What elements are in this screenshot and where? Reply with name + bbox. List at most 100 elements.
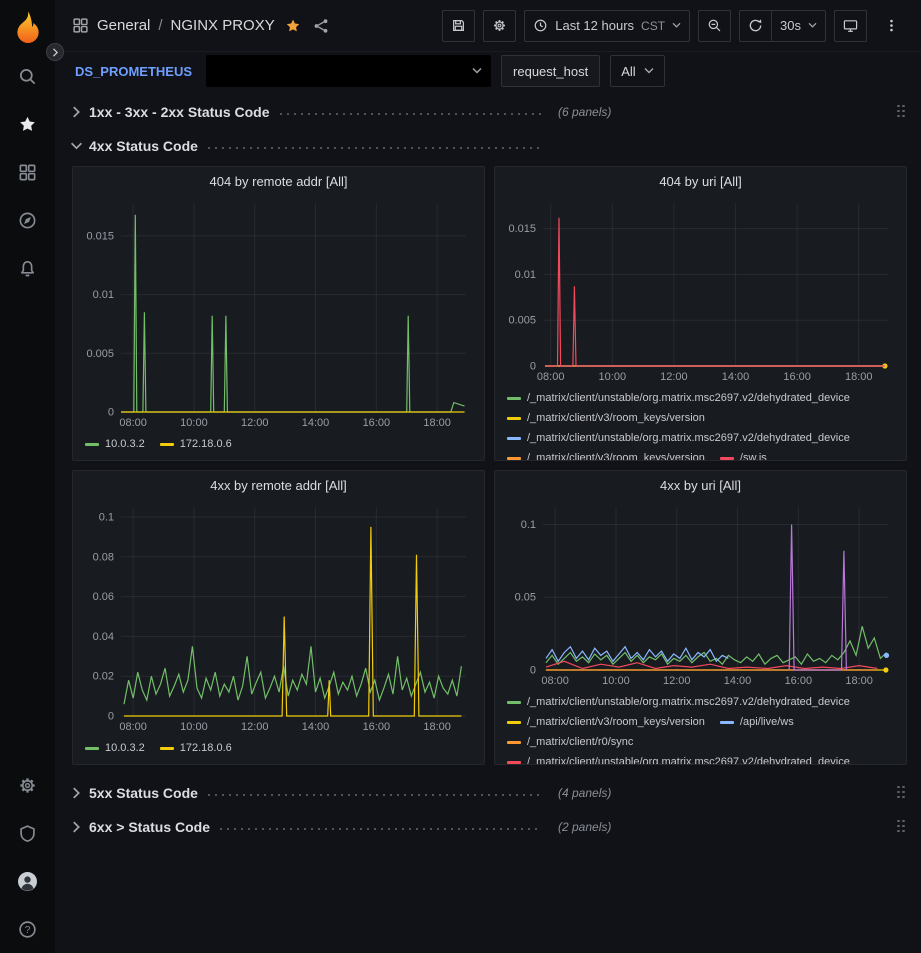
panel-title[interactable]: 404 by uri [All] [495, 167, 906, 195]
panel-title[interactable]: 4xx by uri [All] [495, 471, 906, 499]
row-title: 1xx - 3xx - 2xx Status Code [89, 104, 270, 120]
row-dotted-leader [208, 794, 542, 796]
refresh-button[interactable] [739, 10, 772, 42]
svg-text:12:00: 12:00 [241, 721, 269, 733]
legend-item[interactable]: /_matrix/client/unstable/org.matrix.msc2… [507, 428, 850, 448]
zoom-out-icon [707, 18, 722, 33]
refresh-icon [748, 18, 763, 33]
legend-item[interactable]: 10.0.3.2 [85, 434, 145, 454]
legend-item[interactable]: /_matrix/client/unstable/org.matrix.msc2… [507, 752, 850, 764]
chart-4xx-by-uri[interactable]: 08:0010:0012:0014:0016:0018:0000.050.1 [501, 499, 900, 690]
legend-item[interactable]: 172.18.0.6 [160, 434, 232, 454]
dashboards-grid-icon [18, 163, 37, 182]
legend-item[interactable]: /_matrix/client/unstable/org.matrix.msc2… [507, 388, 850, 408]
legend-item[interactable]: /_matrix/client/r0/sync [507, 732, 633, 752]
share-dashboard-button[interactable] [311, 16, 331, 36]
datasource-variable-select[interactable] [206, 55, 491, 87]
panel-title-text: 4xx by remote addr [All] [210, 478, 347, 493]
row-5xx[interactable]: 5xx Status Code (4 panels) [72, 779, 907, 807]
chart-404-by-remote-addr[interactable]: 08:0010:0012:0014:0016:0018:0000.0050.01… [79, 195, 478, 432]
svg-text:0: 0 [530, 361, 536, 373]
legend-item[interactable]: 10.0.3.2 [85, 738, 145, 758]
panel-404-by-remote-addr: 404 by remote addr [All] 08:0010:0012:00… [72, 166, 485, 461]
row-4xx[interactable]: 4xx Status Code [72, 132, 907, 160]
sidebar-expand-button[interactable] [46, 43, 64, 61]
datasource-variable-label[interactable]: DS_PROMETHEUS [71, 64, 196, 79]
gear-icon [492, 18, 507, 33]
row-drag-handle[interactable] [897, 820, 907, 835]
legend-label: /sw.js [740, 448, 767, 460]
sidebar-item-alerting[interactable] [0, 244, 55, 292]
chevron-down-icon [808, 22, 817, 29]
svg-text:08:00: 08:00 [119, 721, 147, 733]
topbar-menu-button[interactable] [875, 10, 907, 42]
grafana-flame-icon [11, 9, 45, 43]
row-1xx-3xx-2xx[interactable]: 1xx - 3xx - 2xx Status Code (6 panels) [72, 98, 907, 126]
sidebar-item-search[interactable] [0, 52, 55, 100]
legend-item[interactable]: /_matrix/client/unstable/org.matrix.msc2… [507, 692, 850, 712]
row-drag-handle[interactable] [897, 786, 907, 801]
breadcrumb: General / NGINX PROXY [72, 16, 331, 36]
svg-text:18:00: 18:00 [845, 675, 873, 687]
row-panel-count: (4 panels) [558, 786, 611, 800]
legend-label: /_matrix/client/unstable/org.matrix.msc2… [527, 752, 850, 764]
legend-label: /_matrix/client/unstable/org.matrix.msc2… [527, 428, 850, 448]
svg-text:14:00: 14:00 [724, 675, 752, 687]
panel-title[interactable]: 404 by remote addr [All] [73, 167, 484, 195]
row-6xx[interactable]: 6xx > Status Code (2 panels) [72, 813, 907, 841]
legend-item[interactable]: 172.18.0.6 [160, 738, 232, 758]
chart-404-by-uri[interactable]: 08:0010:0012:0014:0016:0018:0000.0050.01… [501, 195, 900, 386]
legend-item[interactable]: /_matrix/client/v3/room_keys/version [507, 712, 705, 732]
dashboard-title[interactable]: NGINX PROXY [171, 17, 275, 34]
legend-label: /_matrix/client/r0/sync [527, 732, 633, 752]
gear-icon [18, 776, 37, 795]
cycle-view-mode-button[interactable] [834, 10, 867, 42]
svg-text:?: ? [25, 925, 31, 936]
sidebar-item-configuration[interactable] [0, 761, 55, 809]
legend-label: /_matrix/client/v3/room_keys/version [527, 408, 705, 428]
breadcrumb-section[interactable]: General [97, 17, 150, 34]
legend-item[interactable]: /_matrix/client/v3/room_keys/version [507, 448, 705, 460]
row-panel-count: (6 panels) [558, 105, 611, 119]
request-host-variable-select[interactable]: All [610, 55, 664, 87]
time-range-picker[interactable]: Last 12 hours CST [524, 10, 690, 42]
sidebar-item-favorites[interactable] [0, 100, 55, 148]
bell-icon [18, 259, 37, 278]
favorite-star-button[interactable] [283, 16, 303, 36]
sidebar-item-help[interactable]: ? [0, 905, 55, 953]
avatar [18, 872, 37, 891]
svg-text:16:00: 16:00 [785, 675, 813, 687]
sidebar-item-server-admin[interactable] [0, 809, 55, 857]
row-drag-handle[interactable] [897, 105, 907, 120]
panel-4xx-by-uri: 4xx by uri [All] 08:0010:0012:0014:0016:… [494, 470, 907, 765]
grafana-logo[interactable] [0, 0, 55, 52]
panel-title[interactable]: 4xx by remote addr [All] [73, 471, 484, 499]
svg-text:0: 0 [108, 407, 114, 419]
search-icon [18, 67, 37, 86]
sidebar-item-profile[interactable] [0, 857, 55, 905]
legend-label: /_matrix/client/v3/room_keys/version [527, 448, 705, 460]
dashboard-settings-button[interactable] [483, 10, 516, 42]
legend-label: 172.18.0.6 [180, 738, 232, 758]
chevron-right-icon [72, 821, 81, 833]
zoom-out-button[interactable] [698, 10, 731, 42]
legend-item[interactable]: /sw.js [720, 448, 767, 460]
topbar: General / NGINX PROXY [55, 0, 921, 52]
svg-text:0.02: 0.02 [93, 671, 114, 683]
legend-item[interactable]: /api/live/ws [720, 712, 794, 732]
legend-item[interactable]: /_matrix/client/v3/room_keys/version [507, 408, 705, 428]
svg-text:0.01: 0.01 [93, 289, 114, 301]
chevron-down-icon [72, 140, 81, 152]
time-range-label: Last 12 hours [555, 18, 634, 33]
svg-text:0.05: 0.05 [515, 592, 536, 604]
dashboard-content: 1xx - 3xx - 2xx Status Code (6 panels) 4… [55, 90, 921, 953]
save-dashboard-button[interactable] [442, 10, 475, 42]
svg-text:0: 0 [530, 665, 536, 677]
sidebar-item-dashboards[interactable] [0, 148, 55, 196]
refresh-interval-dropdown[interactable]: 30s [771, 10, 826, 42]
timeseries-chart: 08:0010:0012:0014:0016:0018:0000.0050.01… [501, 195, 900, 386]
legend-label: 10.0.3.2 [105, 434, 145, 454]
chevron-right-icon [72, 106, 81, 118]
chart-4xx-by-remote-addr[interactable]: 08:0010:0012:0014:0016:0018:0000.020.040… [79, 499, 478, 736]
sidebar-item-explore[interactable] [0, 196, 55, 244]
